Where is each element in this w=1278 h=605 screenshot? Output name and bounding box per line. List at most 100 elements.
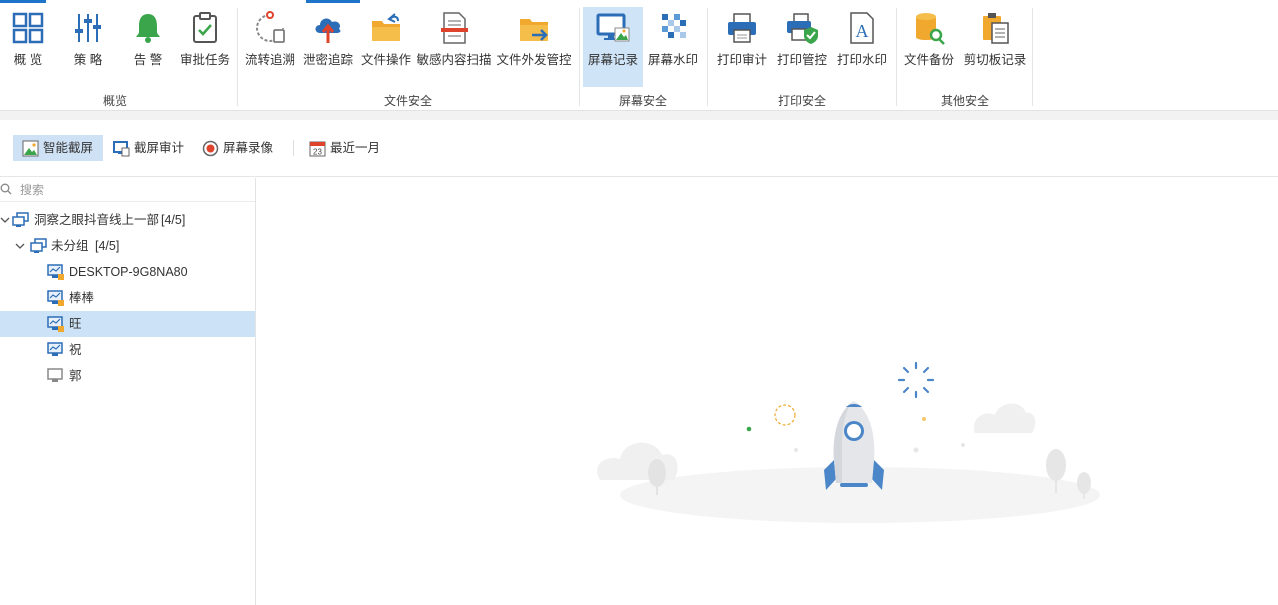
date-range-label: 最近一月 xyxy=(330,141,381,155)
search-bar xyxy=(0,178,255,202)
record-icon xyxy=(202,140,219,157)
smart-screenshot-label: 智能截屏 xyxy=(43,141,94,155)
folder-send-icon xyxy=(520,19,548,41)
ribbon-print-audit-button[interactable]: 打印审计 xyxy=(717,7,767,87)
tree-group-count: [4/5] xyxy=(95,239,120,253)
tree-device-node-selected[interactable]: 旺 xyxy=(0,311,255,337)
group-divider xyxy=(707,8,708,106)
svg-text:23: 23 xyxy=(313,148,322,157)
tree-root-label: 洞察之眼抖音线上一部 xyxy=(34,213,160,227)
tree-device-node[interactable]: DESKTOP-9G8NA80 xyxy=(0,259,255,285)
online-computer-icon xyxy=(47,264,64,280)
tree-group-node[interactable]: 未分组 [4/5] xyxy=(0,233,255,259)
ribbon-overview-label: 概 览 xyxy=(13,53,43,67)
tab-accent-overview xyxy=(0,0,46,3)
search-input[interactable] xyxy=(20,181,240,199)
ribbon-screen-watermark-label: 屏幕水印 xyxy=(647,53,698,67)
group-label-overview: 概览 xyxy=(102,94,127,108)
folder-arrow-icon xyxy=(372,13,400,41)
group-divider xyxy=(1032,8,1033,106)
ribbon-file-backup-button[interactable]: 文件备份 xyxy=(904,7,954,87)
computer-group-icon xyxy=(30,238,47,253)
date-range-button[interactable]: 23 最近一月 xyxy=(300,135,390,161)
computer-group-icon xyxy=(12,212,29,227)
online-computer-icon xyxy=(47,342,63,356)
ribbon-overview-button[interactable]: 概 览 xyxy=(6,7,50,87)
online-computer-icon xyxy=(47,290,64,306)
tree-device-label: 棒棒 xyxy=(69,291,95,305)
empty-state-illustration xyxy=(597,361,1100,523)
ribbon-policy-button[interactable]: 策 略 xyxy=(66,7,110,87)
picture-icon xyxy=(22,140,39,157)
ribbon-approval-label: 审批任务 xyxy=(179,53,230,67)
ribbon-print-audit-label: 打印审计 xyxy=(716,53,767,67)
chevron-down-icon[interactable] xyxy=(15,241,25,251)
online-computer-icon xyxy=(47,316,64,332)
ribbon-flow-trace-label: 流转追溯 xyxy=(244,53,295,67)
screen-record-toolbar: 智能截屏 截屏审计 屏幕录像 23 最近一月 xyxy=(0,120,1278,177)
screen-recording-tab[interactable]: 屏幕录像 xyxy=(193,135,283,161)
monitor-audit-icon xyxy=(113,141,130,157)
tree-group-label: 未分组 xyxy=(51,239,89,253)
tree-device-node[interactable]: 祝 xyxy=(0,337,255,363)
grid-icon xyxy=(12,12,44,44)
document-letter-icon: A xyxy=(850,12,874,44)
search-icon xyxy=(0,183,12,195)
ribbon-screen-record-button[interactable]: 屏幕记录 xyxy=(583,7,643,87)
group-label-other-security: 其他安全 xyxy=(940,94,989,108)
group-label-screen-security: 屏幕安全 xyxy=(618,94,667,108)
ribbon-screen-record-label: 屏幕记录 xyxy=(587,53,638,67)
ribbon-sensitive-scan-button[interactable]: 敏感内容扫描 xyxy=(416,7,492,87)
mosaic-icon xyxy=(662,14,686,38)
smart-screenshot-tab[interactable]: 智能截屏 xyxy=(13,135,104,161)
group-divider xyxy=(237,8,238,106)
ribbon-sensitive-scan-label: 敏感内容扫描 xyxy=(416,53,492,67)
printer-icon xyxy=(728,13,756,43)
ribbon-print-watermark-button[interactable]: A 打印水印 xyxy=(837,7,887,87)
ribbon-clipboard-log-button[interactable]: 剪切板记录 xyxy=(964,7,1026,87)
ribbon-print-control-button[interactable]: 打印管控 xyxy=(777,7,827,87)
ribbon-toolbar: 概 览 策 略 告 警 审批任务 概览 流转追溯 泄密追踪 文件操作 敏感内容扫… xyxy=(0,0,1278,111)
tree-root-node[interactable]: 洞察之眼抖音线上一部 [4/5] xyxy=(0,207,255,233)
ribbon-approval-button[interactable]: 审批任务 xyxy=(180,7,230,87)
tree-device-label: 旺 xyxy=(69,317,82,331)
bell-icon xyxy=(136,14,160,43)
offline-computer-icon xyxy=(47,368,63,382)
toolbar-divider xyxy=(293,140,294,156)
group-label-file-security: 文件安全 xyxy=(383,94,432,108)
screenshot-audit-label: 截屏审计 xyxy=(134,141,185,155)
ribbon-outgoing-control-button[interactable]: 文件外发管控 xyxy=(496,7,572,87)
tree-device-node[interactable]: 郭 xyxy=(0,363,255,389)
ribbon-leak-trace-button[interactable]: 泄密追踪 xyxy=(303,7,353,87)
tree-root-count: [4/5] xyxy=(161,213,186,227)
tree-device-label: 祝 xyxy=(69,343,82,357)
printer-shield-icon xyxy=(787,13,818,44)
ribbon-print-watermark-label: 打印水印 xyxy=(836,53,887,67)
ribbon-screen-watermark-button[interactable]: 屏幕水印 xyxy=(648,7,698,87)
sliders-icon xyxy=(75,14,101,42)
ribbon-file-backup-label: 文件备份 xyxy=(903,53,954,67)
cloud-upload-icon xyxy=(315,18,341,43)
group-divider xyxy=(896,8,897,106)
ribbon-clipboard-log-label: 剪切板记录 xyxy=(963,53,1027,67)
ribbon-outgoing-control-label: 文件外发管控 xyxy=(496,53,572,67)
document-scan-icon xyxy=(441,12,468,44)
calendar-icon: 23 xyxy=(309,141,326,157)
monitor-image-icon xyxy=(596,13,630,42)
ribbon-alert-label: 告 警 xyxy=(133,53,163,67)
tab-accent-file-security xyxy=(306,0,360,3)
ribbon-policy-label: 策 略 xyxy=(73,53,103,67)
svg-text:A: A xyxy=(856,21,869,41)
tree-device-node[interactable]: 棒棒 xyxy=(0,285,255,311)
screenshot-audit-tab[interactable]: 截屏审计 xyxy=(104,135,194,161)
ribbon-file-ops-button[interactable]: 文件操作 xyxy=(361,7,411,87)
screen-recording-label: 屏幕录像 xyxy=(223,141,274,155)
ribbon-print-control-label: 打印管控 xyxy=(776,53,827,67)
chevron-down-icon[interactable] xyxy=(0,215,10,225)
device-tree-panel: 洞察之眼抖音线上一部 [4/5] 未分组 [4/5] DESKTOP-9G8NA… xyxy=(0,178,256,605)
ribbon-flow-trace-button[interactable]: 流转追溯 xyxy=(245,7,295,87)
group-label-print-security: 打印安全 xyxy=(777,94,826,108)
ribbon-alert-button[interactable]: 告 警 xyxy=(126,7,170,87)
ribbon-leak-trace-label: 泄密追踪 xyxy=(302,53,353,67)
tree-device-label: 郭 xyxy=(69,369,82,383)
